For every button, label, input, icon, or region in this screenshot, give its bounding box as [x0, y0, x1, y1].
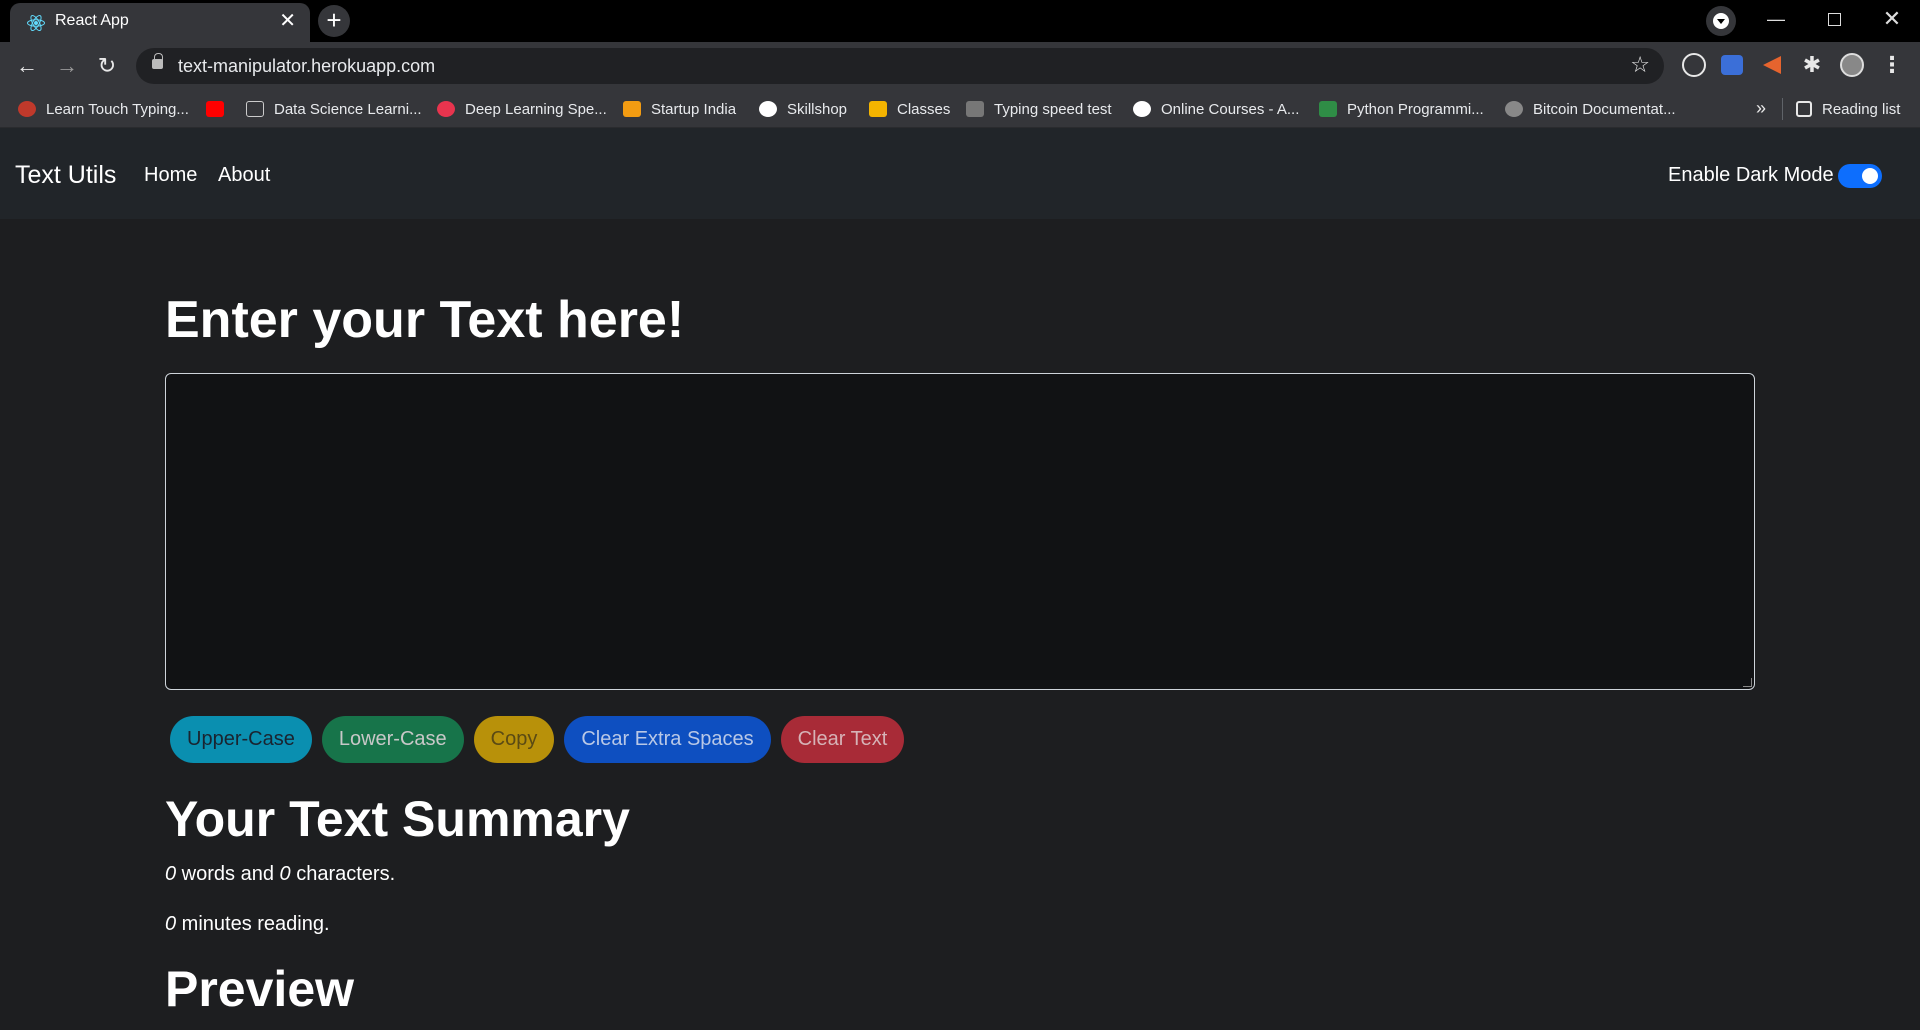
clear-extra-spaces-button[interactable]: Clear Extra Spaces [564, 716, 771, 763]
bookmarks-divider [1782, 98, 1783, 120]
words-text: words and [176, 863, 280, 885]
app-navbar: Text Utils Home About Enable Dark Mode [0, 128, 1920, 219]
profile-avatar[interactable] [1840, 53, 1864, 77]
bookmark-favicon-icon [246, 101, 264, 117]
bookmark-star-icon[interactable]: ☆ [1630, 52, 1650, 78]
text-input[interactable] [165, 373, 1755, 690]
bookmark-item[interactable]: Skillshop [759, 90, 847, 128]
reading-list-icon [1796, 101, 1812, 117]
keyboard-icon [966, 101, 984, 117]
tab-title: React App [55, 12, 129, 29]
classroom-icon [869, 101, 887, 117]
bookmark-item[interactable]: Deep Learning Spe... [437, 90, 607, 128]
address-bar[interactable]: text-manipulator.herokuapp.com ☆ [136, 48, 1664, 84]
bitcoin-icon [1505, 101, 1523, 117]
bookmark-favicon-icon [18, 101, 36, 117]
url-text[interactable]: text-manipulator.herokuapp.com [178, 56, 435, 77]
bookmarks-bar: Learn Touch Typing... Data Science Learn… [0, 90, 1920, 128]
nav-link-about[interactable]: About [218, 164, 270, 187]
toggle-knob [1862, 168, 1878, 184]
bookmark-youtube[interactable] [206, 90, 234, 128]
reading-list-button[interactable]: Reading list [1796, 90, 1900, 128]
chars-text: characters. [290, 863, 396, 885]
bookmark-item[interactable]: Bitcoin Documentat... [1505, 90, 1676, 128]
preview-heading: Preview [165, 961, 355, 1017]
minutes-text: minutes reading. [176, 913, 330, 935]
reading-time: 0 minutes reading. [165, 913, 330, 936]
copy-button[interactable]: Copy [473, 716, 555, 763]
summary-heading: Your Text Summary [165, 791, 630, 847]
bookmark-item[interactable]: Learn Touch Typing... [18, 90, 189, 128]
bookmark-item[interactable]: Classes [869, 90, 950, 128]
clear-text-button[interactable]: Clear Text [780, 716, 905, 763]
bookmark-favicon-icon [1133, 101, 1151, 117]
word-count: 0 [165, 863, 177, 885]
youtube-icon [206, 101, 224, 117]
bookmark-favicon-icon [623, 101, 641, 117]
react-icon [27, 14, 45, 32]
extensions-puzzle-icon[interactable]: ✱ [1800, 53, 1824, 77]
page-title: Enter your Text here! [165, 291, 685, 349]
back-arrow-icon[interactable]: ← [11, 50, 43, 82]
resize-handle-icon[interactable] [1743, 678, 1752, 687]
minimize-icon[interactable]: — [1748, 0, 1804, 40]
forward-arrow-icon[interactable]: → [51, 50, 83, 82]
lock-icon[interactable] [152, 53, 163, 69]
brand-title[interactable]: Text Utils [15, 161, 116, 190]
bookmark-favicon-icon [437, 101, 455, 117]
reload-icon[interactable]: ↻ [91, 50, 123, 82]
bookmark-item[interactable]: Startup India [623, 90, 736, 128]
uppercase-button[interactable]: Upper-Case [170, 716, 312, 763]
bookmark-item[interactable]: Python Programmi... [1319, 90, 1484, 128]
bookmarks-overflow-icon[interactable]: » [1756, 98, 1766, 119]
new-tab-button[interactable]: + [318, 5, 350, 37]
word-char-count: 0 words and 0 characters. [165, 863, 395, 886]
extension-megaphone-icon[interactable] [1761, 53, 1785, 77]
char-count: 0 [279, 863, 291, 885]
dark-mode-toggle[interactable] [1838, 164, 1882, 188]
dark-mode-label: Enable Dark Mode [1668, 164, 1834, 186]
extension-blue-icon[interactable] [1721, 55, 1743, 75]
browser-toolbar: ← → ↻ text-manipulator.herokuapp.com ☆ ✱… [0, 42, 1920, 90]
browser-tab[interactable]: React App ✕ [10, 3, 310, 42]
browser-tab-strip: React App ✕ + — ✕ [0, 0, 1920, 42]
window-close-icon[interactable]: ✕ [1864, 0, 1920, 40]
restore-icon[interactable] [1806, 0, 1862, 40]
geeksforgeeks-icon [1319, 101, 1337, 117]
browser-menu-icon[interactable]: ⋮ [1880, 53, 1904, 77]
minutes-count: 0 [165, 913, 177, 935]
nav-link-home[interactable]: Home [144, 164, 197, 187]
tab-close-icon[interactable]: ✕ [279, 10, 296, 32]
tab-search-icon[interactable] [1706, 6, 1736, 36]
google-icon [759, 101, 777, 117]
action-buttons: Upper-Case Lower-Case Copy Clear Extra S… [170, 716, 914, 763]
extension-gauge-icon[interactable] [1682, 53, 1706, 77]
bookmark-item[interactable]: Typing speed test [966, 90, 1112, 128]
lowercase-button[interactable]: Lower-Case [321, 716, 464, 763]
bookmark-item[interactable]: Online Courses - A... [1133, 90, 1299, 128]
bookmark-item[interactable]: Data Science Learni... [246, 90, 422, 128]
